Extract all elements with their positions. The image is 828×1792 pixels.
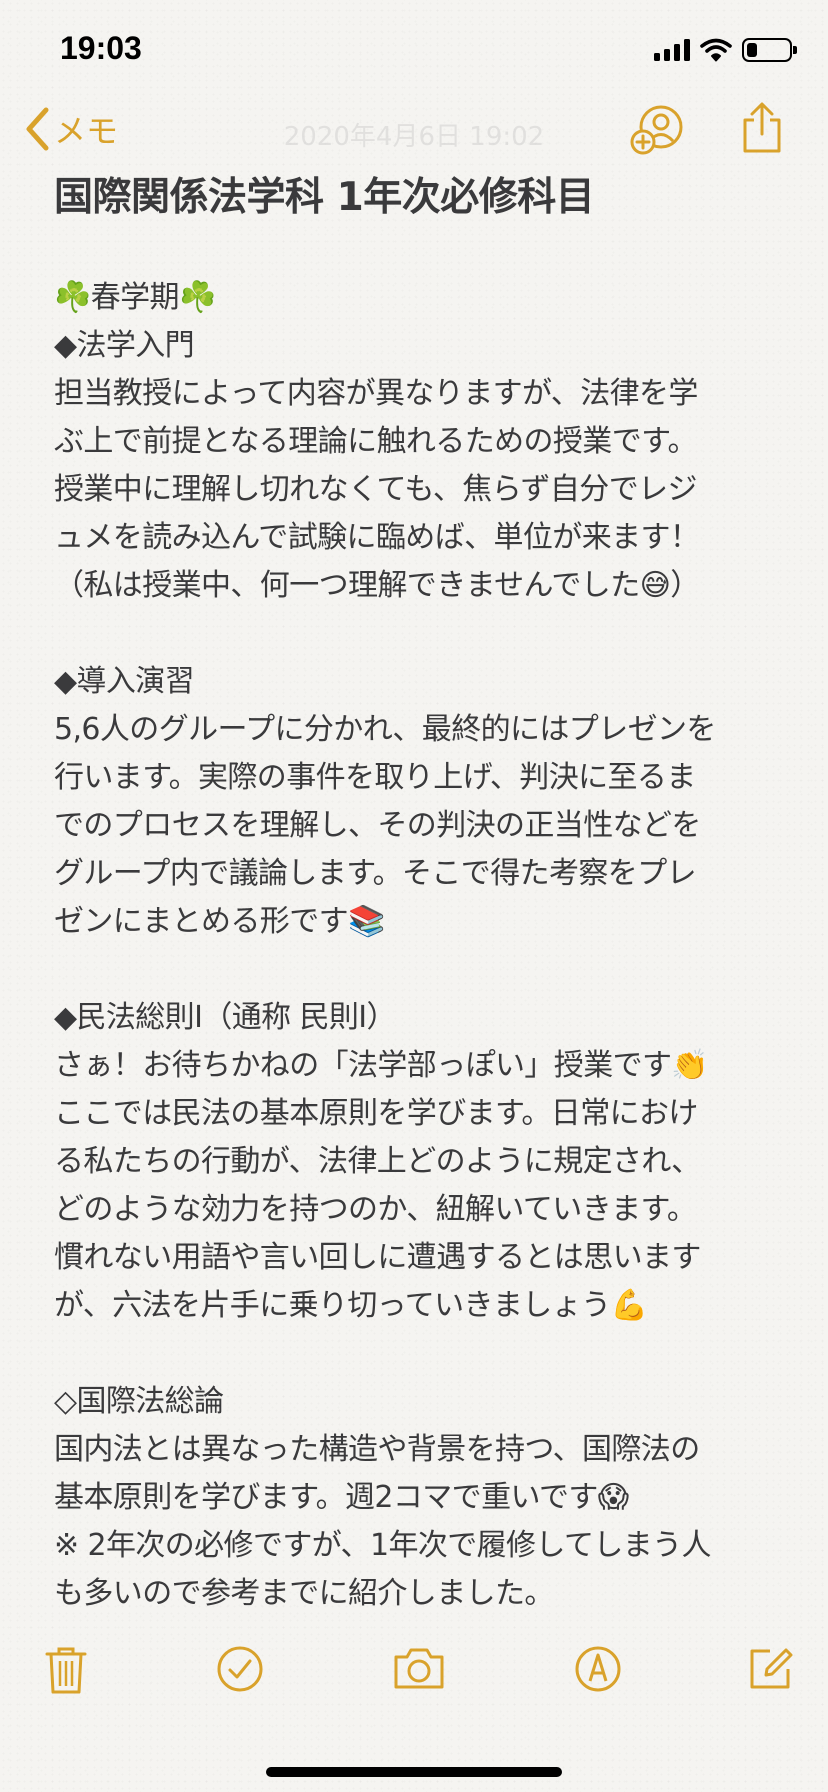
checklist-icon bbox=[216, 1645, 264, 1693]
share-button[interactable] bbox=[740, 102, 784, 154]
note-date: 2020年4月6日 19:02 bbox=[283, 122, 545, 152]
note-line: ◇国際法総論 bbox=[54, 1384, 224, 1419]
note-paragraph: ☘️春学期☘️ ◆法学入門担当教授によって内容が異なりますが、法律を学 ぶ上で前提と… bbox=[54, 274, 774, 610]
status-bar: 19:03 bbox=[0, 0, 828, 96]
note-line: 行います。実際の事件を取り上げ、判決に至るま bbox=[54, 760, 696, 795]
nav-bar: 2020年4月6日 19:02 メモ bbox=[0, 100, 828, 164]
note-paragraph: ◆導入演習 5,6人のグループに分かれ、最終的にはプレゼンを 行います。実際の事件を… bbox=[54, 658, 774, 946]
add-people-button[interactable] bbox=[630, 104, 688, 156]
note-line: ◆民法総則Ⅰ（通称 民則Ⅰ） bbox=[54, 1000, 397, 1035]
compose-button[interactable] bbox=[748, 1645, 794, 1691]
note-body: ☘️春学期☘️ ◆法学入門担当教授によって内容が異なりますが、法律を学 ぶ上で前提と… bbox=[54, 274, 774, 1618]
note-line: が、六法を片手に乗り切っていきましょう💪 bbox=[54, 1288, 648, 1323]
note-line: ※ 2年次の必修ですが、1年次で履修してしまう人 bbox=[54, 1528, 712, 1563]
camera-icon bbox=[392, 1645, 446, 1691]
note-line: ぶ上で前提となる理論に触れるための授業です。 bbox=[54, 424, 698, 459]
note-line: グループ内で議論します。そこで得た考察をプレ bbox=[54, 856, 697, 891]
markup-button[interactable] bbox=[574, 1645, 622, 1693]
cellular-signal-icon bbox=[654, 39, 690, 61]
note-line: も多いので参考までに紹介しました。 bbox=[54, 1576, 554, 1611]
note-line: ここでは民法の基本原則を学びます。日常におけ bbox=[54, 1096, 698, 1131]
note-line: ュメを読み込んで試験に臨めば、単位が来ます！ bbox=[54, 520, 700, 555]
note-line: でのプロセスを理解し、その判決の正当性などを bbox=[54, 808, 701, 843]
note-content[interactable]: 国際関係法学科 1年次必修科目 ☘️春学期☘️ ◆法学入門担当教授によって内容が異… bbox=[54, 170, 774, 1618]
note-line: さぁ！お待ちかねの「法学部っぽい」授業です👏 bbox=[54, 1048, 709, 1083]
add-person-icon bbox=[630, 104, 688, 156]
checklist-button[interactable] bbox=[216, 1645, 264, 1693]
note-line: ☘️春学期☘️ bbox=[54, 280, 216, 315]
note-line: ゼンにまとめる形です📚 bbox=[54, 904, 385, 939]
trash-icon bbox=[44, 1645, 88, 1695]
note-line: 国内法とは異なった構造や背景を持つ、国際法の bbox=[54, 1432, 700, 1467]
note-line: どのような効力を持つのか、紐解いていきます。 bbox=[54, 1192, 697, 1227]
bottom-toolbar bbox=[0, 1645, 828, 1715]
back-label: メモ bbox=[54, 112, 119, 150]
camera-button[interactable] bbox=[392, 1645, 446, 1691]
share-icon bbox=[740, 102, 784, 154]
markup-pen-icon bbox=[574, 1645, 622, 1693]
note-line: 5,6人のグループに分かれ、最終的にはプレゼンを bbox=[54, 712, 716, 747]
note-line: （私は授業中、何一つ理解できませんでした😅） bbox=[54, 568, 700, 603]
status-icons bbox=[654, 36, 797, 64]
home-indicator[interactable] bbox=[266, 1767, 562, 1777]
note-line: 慣れない用語や言い回しに遭遇するとは思います bbox=[54, 1240, 701, 1275]
note-title: 国際関係法学科 1年次必修科目 bbox=[54, 175, 595, 220]
status-time: 19:03 bbox=[60, 30, 142, 66]
wifi-icon bbox=[700, 38, 732, 62]
compose-icon bbox=[748, 1645, 794, 1691]
note-line: る私たちの行動が、法律上どのように規定され、 bbox=[54, 1144, 701, 1179]
note-line: 基本原則を学びます。週2コマで重いです😱 bbox=[54, 1480, 629, 1515]
note-line: ◆法学入門 bbox=[54, 328, 195, 363]
note-line: 授業中に理解し切れなくても、焦らず自分でレジ bbox=[54, 472, 698, 507]
note-paragraph: ◆民法総則Ⅰ（通称 民則Ⅰ） さぁ！お待ちかねの「法学部っぽい」授業です👏 ここでは… bbox=[54, 994, 774, 1330]
battery-icon bbox=[742, 38, 797, 62]
note-line: ◆導入演習 bbox=[54, 664, 195, 699]
chevron-left-icon bbox=[24, 106, 50, 152]
back-button[interactable]: メモ bbox=[24, 106, 118, 152]
note-line: 担当教授によって内容が異なりますが、法律を学 bbox=[54, 376, 698, 411]
battery-level bbox=[747, 43, 757, 57]
delete-button[interactable] bbox=[44, 1645, 88, 1695]
battery-cap bbox=[793, 46, 797, 54]
note-paragraph: ◇国際法総論国内法とは異なった構造や背景を持つ、国際法の 基本原則を学びます。週2… bbox=[54, 1378, 774, 1618]
